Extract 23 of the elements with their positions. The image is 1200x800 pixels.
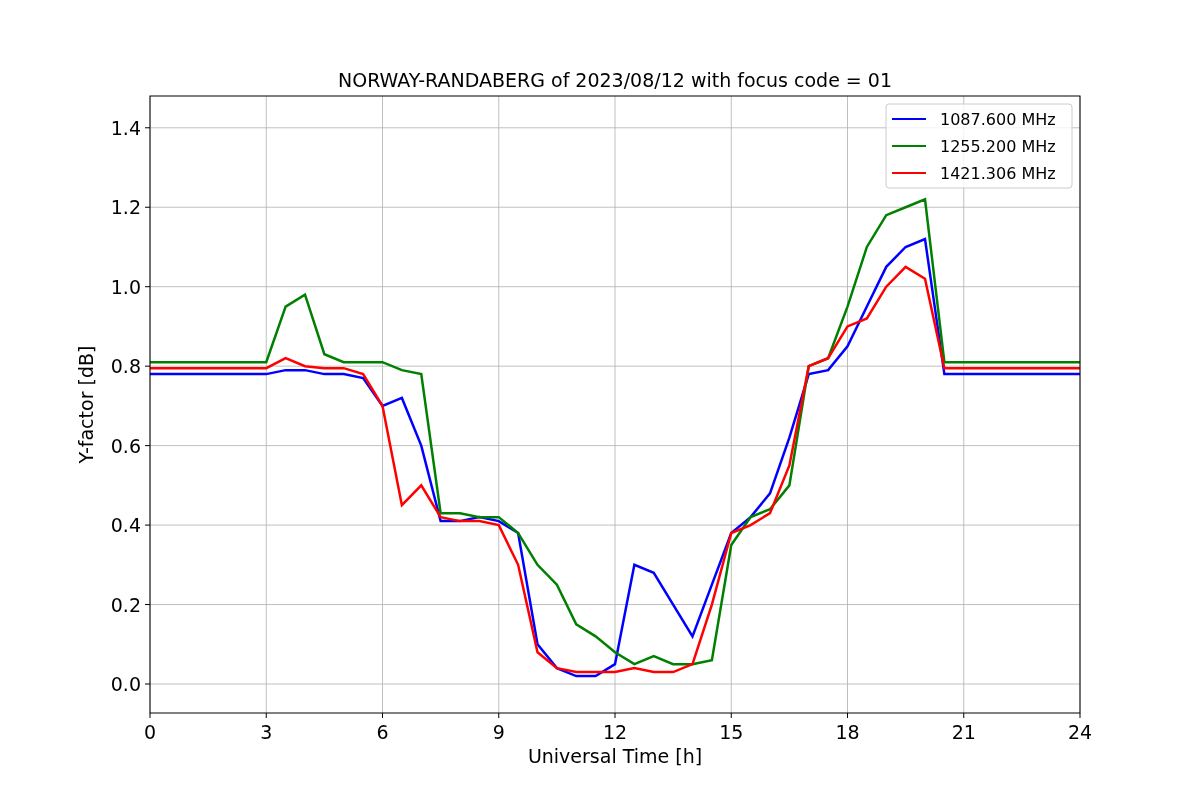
x-tick-label: 18 [835,721,860,743]
y-tick-label: 0.6 [110,434,141,457]
y-axis-label: Y-factor [dB] [75,345,97,464]
x-tick-label: 12 [602,721,628,743]
x-tick-label: 6 [376,721,389,743]
y-tick-label: 0.8 [110,355,141,378]
y-tick-label: 1.0 [110,275,141,298]
x-tick-label: 21 [951,721,976,743]
legend-label: 1255.200 MHz [940,137,1056,156]
x-tick-label: 24 [1067,721,1093,743]
y-tick-label: 0.4 [110,514,141,537]
y-tick-label: 1.2 [110,196,141,219]
x-axis-label: Universal Time [h] [527,745,703,767]
y-tick-label: 0.2 [110,593,141,616]
y-tick-label: 1.4 [110,116,141,139]
x-tick-label: 3 [260,721,273,743]
legend-label: 1087.600 MHz [940,110,1056,129]
chart-title: NORWAY-RANDABERG of 2023/08/12 with focus code = 01 [338,69,892,91]
x-tick-label: 9 [492,721,505,743]
legend-label: 1421.306 MHz [940,164,1056,183]
x-tick-label: 15 [719,721,744,743]
x-tick-label: 0 [143,721,157,743]
y-tick-label: 0.0 [110,673,141,695]
